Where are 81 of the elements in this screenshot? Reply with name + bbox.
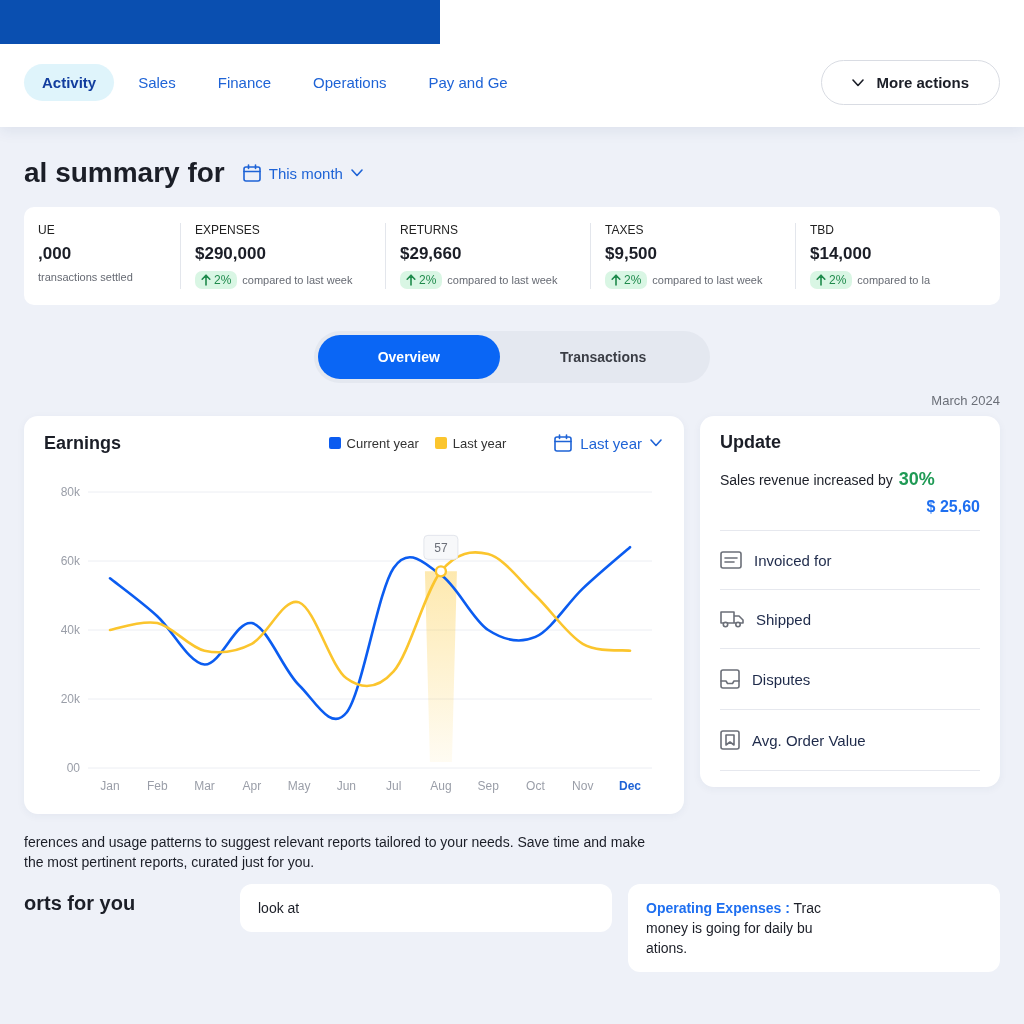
axis-tick-label: 20k bbox=[60, 692, 80, 706]
row-label: Disputes bbox=[752, 670, 811, 688]
comparison-text: compared to last week bbox=[447, 274, 558, 286]
axis-tick-label: Feb bbox=[146, 779, 168, 793]
axis-tick-label: Oct bbox=[526, 779, 545, 793]
report-link[interactable]: Operating Expenses : bbox=[646, 900, 790, 916]
nav-tab[interactable]: Pay and Ge bbox=[410, 64, 526, 101]
comparison-text: compared to last week bbox=[242, 274, 353, 286]
axis-tick-label: Mar bbox=[194, 779, 215, 793]
chevron-down-icon bbox=[350, 169, 363, 177]
section-heading: orts for you bbox=[24, 892, 136, 915]
annotation: 57 bbox=[434, 541, 448, 556]
chevron-down-icon bbox=[852, 78, 865, 87]
axis-tick-label: Jan bbox=[100, 779, 120, 793]
metric-label: EXPENSES bbox=[195, 223, 260, 237]
axis-tick-label: Dec bbox=[619, 779, 641, 793]
axis-tick-label: Jun bbox=[336, 779, 357, 793]
metric-label: TBD bbox=[810, 223, 834, 237]
range-dropdown[interactable]: Last year bbox=[552, 432, 664, 454]
axis-tick-label: 40k bbox=[60, 623, 80, 637]
arrow-up-icon bbox=[611, 274, 621, 286]
view-tab[interactable]: Overview bbox=[317, 335, 500, 379]
change-value: 2% bbox=[214, 273, 232, 287]
axis-tick-label: Nov bbox=[572, 779, 594, 793]
nav-tab[interactable]: Activity bbox=[24, 64, 115, 101]
card-title: Earnings bbox=[44, 432, 122, 454]
summary-heading: al summary for bbox=[24, 157, 225, 189]
metric-value: $14,000 bbox=[810, 244, 872, 264]
row-label: Shipped bbox=[756, 610, 812, 628]
growth-percent: 30% bbox=[898, 469, 935, 490]
change-value: 2% bbox=[624, 273, 642, 287]
card-text: look at bbox=[258, 899, 301, 918]
description-text: the most pertinent reports, curated just for you. bbox=[24, 853, 315, 872]
amount-value: $ 25,60 bbox=[926, 498, 980, 516]
report-date: March 2024 bbox=[931, 393, 1000, 408]
metric-note: transactions settled bbox=[38, 271, 133, 283]
row-label: Avg. Order Value bbox=[752, 731, 866, 749]
axis-tick-label: Aug bbox=[430, 779, 452, 793]
legend-label: Current year bbox=[346, 435, 419, 451]
axis-tick-label: 60k bbox=[60, 554, 80, 568]
bookmark-square-icon bbox=[720, 730, 740, 750]
axis-tick-label: Apr bbox=[242, 779, 262, 793]
period-dropdown[interactable]: This month bbox=[240, 162, 365, 184]
more-actions-button[interactable]: More actions bbox=[821, 60, 1000, 105]
calendar-icon bbox=[242, 164, 261, 182]
change-value: 2% bbox=[829, 273, 847, 287]
nav-tab[interactable]: Operations bbox=[295, 64, 405, 101]
axis-tick-label: 80k bbox=[60, 485, 80, 499]
metric-value: $29,660 bbox=[400, 244, 462, 264]
legend-label: Last year bbox=[452, 435, 507, 451]
change-value: 2% bbox=[419, 273, 437, 287]
arrow-up-icon bbox=[816, 274, 826, 286]
metric-label: RETURNS bbox=[400, 223, 458, 237]
metric-value: ,000 bbox=[38, 244, 72, 264]
point-marker-icon bbox=[434, 565, 448, 578]
view-tab[interactable]: Transactions bbox=[499, 335, 707, 379]
metric-value: $290,000 bbox=[195, 244, 266, 264]
chevron-down-icon bbox=[650, 439, 662, 447]
axis-tick-label: May bbox=[287, 779, 311, 793]
axis-tick-label: 00 bbox=[66, 761, 80, 775]
summary-text: Sales revenue increased by bbox=[720, 472, 893, 488]
description-text: ferences and usage patterns to suggest relevant reports tailored to your needs. Save time and make bbox=[24, 833, 646, 852]
calendar-icon bbox=[554, 434, 573, 452]
card-title: Update bbox=[720, 432, 782, 453]
comparison-text: compared to last week bbox=[652, 274, 763, 286]
nav-tab[interactable]: Finance bbox=[199, 64, 290, 101]
axis-tick-label: Sep bbox=[477, 779, 499, 793]
card-text: Operating Expenses : Trac money is going for daily bu ations. bbox=[646, 899, 823, 958]
comparison-text: compared to la bbox=[857, 274, 931, 286]
axis-tick-label: Jul bbox=[385, 779, 402, 793]
tray-icon bbox=[720, 669, 740, 689]
arrow-up-icon bbox=[201, 274, 211, 286]
arrow-up-icon bbox=[406, 274, 416, 286]
row-label: Invoiced for bbox=[754, 551, 832, 569]
tooltip: 57 bbox=[423, 534, 459, 560]
metric-label: TAXES bbox=[605, 223, 644, 237]
truck-icon bbox=[720, 610, 744, 628]
nav-tab[interactable]: Sales bbox=[120, 64, 194, 101]
metric-label: UE bbox=[38, 223, 55, 237]
document-icon bbox=[720, 551, 742, 569]
metric-value: $9,500 bbox=[605, 244, 657, 264]
